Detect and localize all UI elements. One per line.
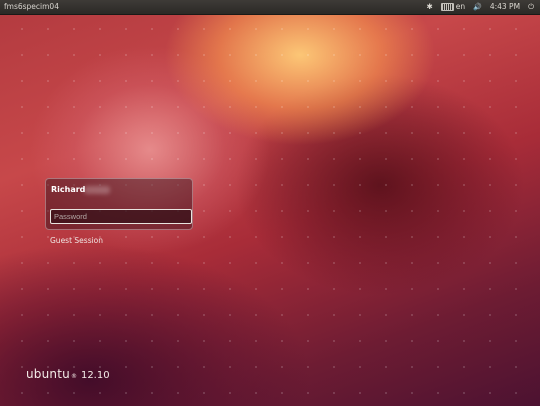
guest-session-button[interactable]: Guest Session xyxy=(50,236,103,245)
keyboard-layout-indicator[interactable]: en xyxy=(440,0,466,14)
login-box: Richard xyxy=(45,178,193,230)
brand-version: 12.10 xyxy=(80,370,110,381)
user-name-label[interactable]: Richard xyxy=(51,185,85,194)
ubuntu-logo: ubuntu ® 12.10 xyxy=(26,367,110,381)
keyboard-layout-label: en xyxy=(455,2,466,11)
brand-name: ubuntu xyxy=(26,367,70,381)
keyboard-icon xyxy=(440,3,454,11)
power-icon[interactable]: ⏻ xyxy=(528,0,534,14)
clock-label[interactable]: 4:43 PM xyxy=(490,0,520,14)
login-screen: fms6specim04 ✱ en 🔊 4:43 PM ⏻ Richard Gu… xyxy=(0,0,540,406)
registered-mark: ® xyxy=(70,373,77,380)
blurred-surname xyxy=(84,186,110,194)
volume-icon[interactable]: 🔊 xyxy=(473,0,482,14)
password-input[interactable] xyxy=(50,209,192,224)
accessibility-icon[interactable]: ✱ xyxy=(426,0,432,14)
hostname-label: fms6specim04 xyxy=(4,2,59,11)
indicator-area: ✱ en 🔊 4:43 PM ⏻ xyxy=(426,0,534,14)
top-panel: fms6specim04 ✱ en 🔊 4:43 PM ⏻ xyxy=(0,0,540,15)
